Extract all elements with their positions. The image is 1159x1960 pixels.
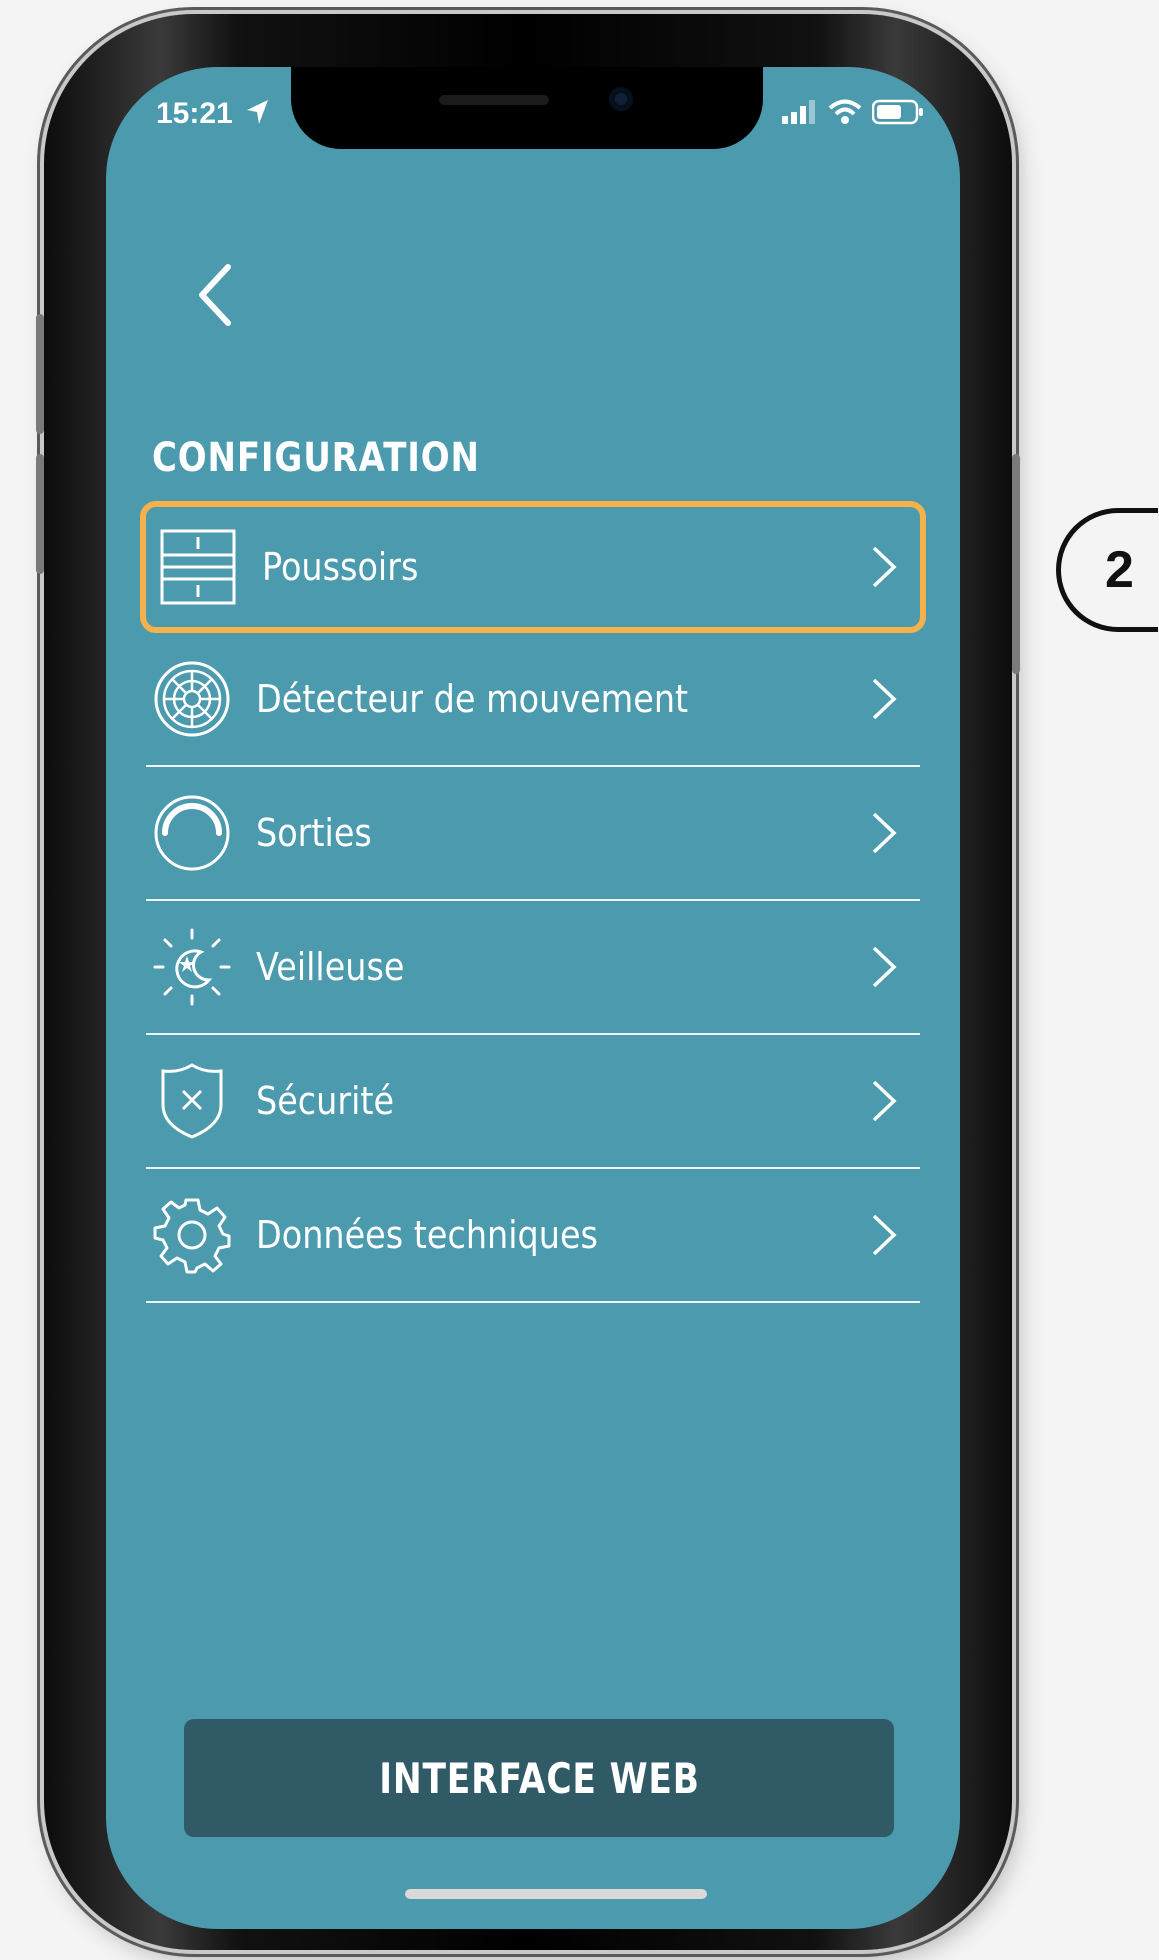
chevron-right-icon <box>872 546 897 588</box>
push-buttons-icon <box>158 527 238 607</box>
step-number-badge: 2 <box>1056 508 1158 632</box>
chevron-right-icon <box>872 946 897 988</box>
night-light-icon <box>152 927 232 1007</box>
chevron-right-icon <box>872 1080 897 1122</box>
signal-icon <box>782 100 815 124</box>
power-button <box>1012 454 1020 674</box>
menu-item-poussoirs[interactable]: Poussoirs <box>140 501 926 633</box>
menu-item-label: Données techniques <box>256 1213 598 1257</box>
status-time: 15:21 <box>156 97 233 130</box>
chevron-right-icon <box>872 1214 897 1256</box>
menu-item-donnees-techniques[interactable]: Données techniques <box>146 1169 920 1303</box>
security-shield-icon <box>152 1061 232 1141</box>
outputs-dial-icon <box>152 793 232 873</box>
notch <box>291 67 763 149</box>
location-arrow-icon <box>247 100 268 124</box>
step-number: 2 <box>1105 541 1134 599</box>
config-menu: Poussoirs Détecteur de mouvement Sorties… <box>140 501 926 1303</box>
menu-item-label: Détecteur de mouvement <box>256 677 689 721</box>
menu-item-label: Sorties <box>256 811 372 855</box>
menu-item-label: Veilleuse <box>256 945 405 989</box>
chevron-right-icon <box>872 812 897 854</box>
menu-item-securite[interactable]: Sécurité <box>146 1035 920 1169</box>
wifi-icon <box>828 99 862 124</box>
menu-item-label: Poussoirs <box>262 545 419 589</box>
back-chevron-icon[interactable] <box>184 255 244 335</box>
phone-frame: 15:21 CONFIGURATION Poussoirs Détecteur … <box>36 14 1020 1950</box>
volume-button <box>36 454 44 574</box>
front-camera <box>609 87 633 111</box>
web-interface-button-label: INTERFACE WEB <box>378 1753 700 1803</box>
motion-sensor-icon <box>152 659 232 739</box>
menu-item-veilleuse[interactable]: Veilleuse <box>146 901 920 1035</box>
status-icons <box>782 99 924 125</box>
web-interface-button[interactable]: INTERFACE WEB <box>184 1719 894 1837</box>
menu-item-sorties[interactable]: Sorties <box>146 767 920 901</box>
page-title: CONFIGURATION <box>152 435 480 481</box>
app-screen: 15:21 CONFIGURATION Poussoirs Détecteur … <box>106 67 960 1929</box>
chevron-right-icon <box>872 678 897 720</box>
speaker-grille <box>439 95 549 105</box>
gear-icon <box>152 1195 232 1275</box>
volume-button <box>36 314 44 434</box>
battery-icon <box>872 99 923 125</box>
menu-item-label: Sécurité <box>256 1079 395 1123</box>
home-indicator[interactable] <box>405 1889 707 1899</box>
menu-item-detecteur[interactable]: Détecteur de mouvement <box>146 633 920 767</box>
